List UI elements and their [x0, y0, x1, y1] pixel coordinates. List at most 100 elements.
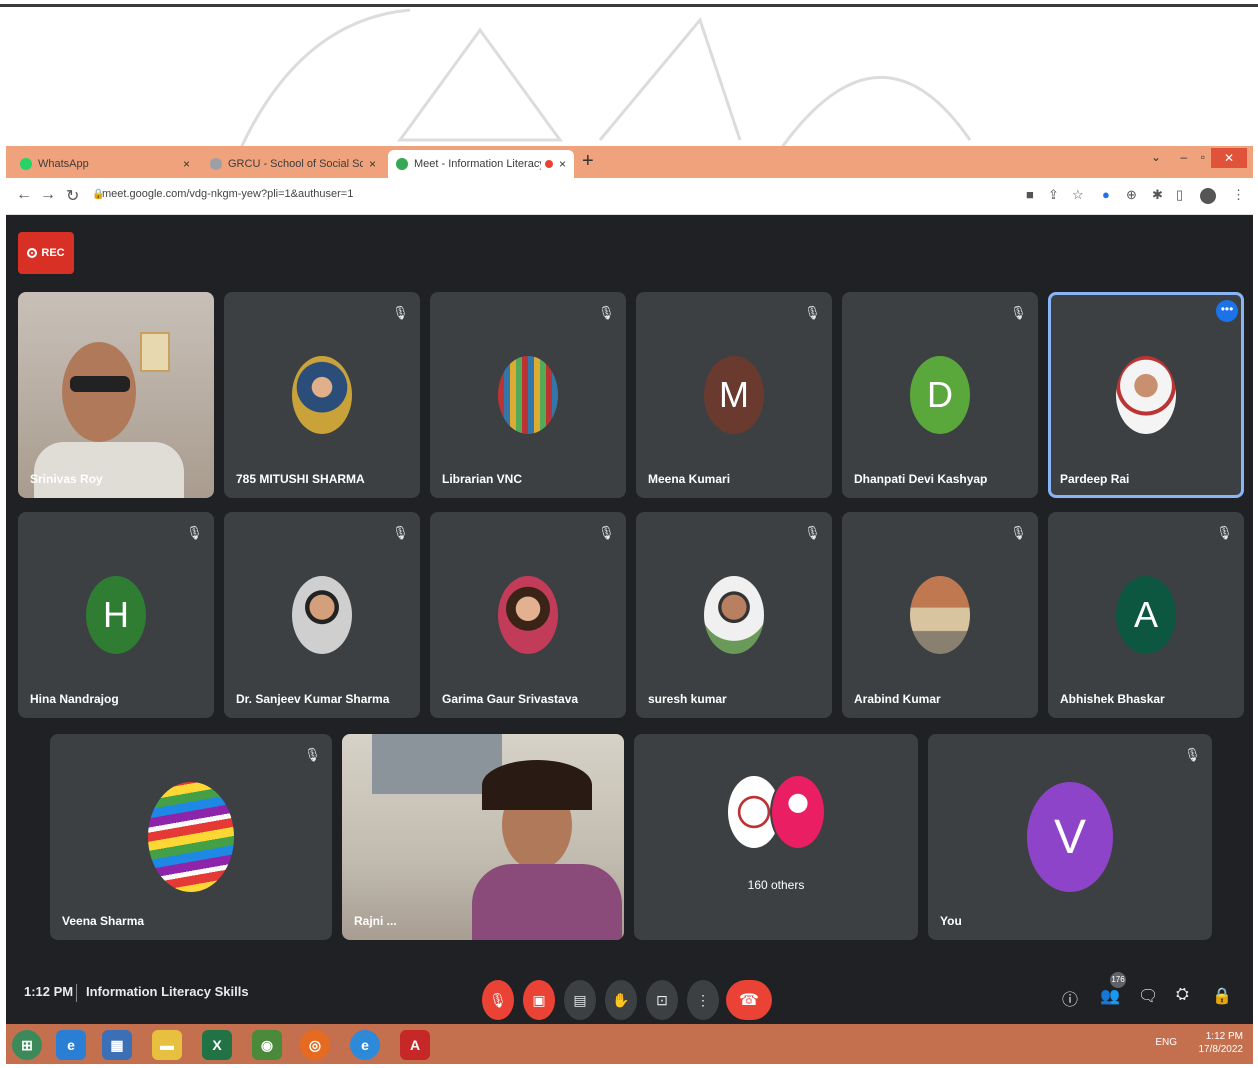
mic-off-icon: 🎙 — [392, 525, 409, 540]
edge-icon[interactable]: e — [350, 1030, 380, 1060]
folder-icon[interactable]: ▬ — [152, 1030, 182, 1060]
participant-tile[interactable]: 🎙 Librarian VNC — [430, 292, 626, 498]
more-options-button[interactable]: ••• — [1216, 300, 1238, 322]
captions-button[interactable]: ▤ — [564, 980, 596, 1020]
participant-name: Veena Sharma — [62, 914, 145, 928]
self-tile[interactable]: 🎙 V You — [928, 734, 1212, 940]
mic-off-icon: 🎙 — [1216, 525, 1233, 540]
participant-tile[interactable]: Srinivas Roy — [18, 292, 214, 498]
mic-toggle-button[interactable]: 🎙 — [482, 980, 514, 1020]
tab-whatsapp[interactable]: WhatsApp × — [12, 150, 198, 178]
tray-date: 17/8/2022 — [1198, 1044, 1244, 1055]
participant-tile[interactable]: Rajni ... — [342, 734, 624, 940]
meeting-time: 1:12 PM — [24, 984, 74, 999]
close-tab-icon[interactable]: × — [559, 157, 566, 171]
minimize-button[interactable]: – — [1180, 150, 1187, 164]
participant-avatar: D — [910, 356, 970, 434]
participant-name: Arabind Kumar — [854, 692, 941, 706]
camera-icon[interactable]: ■ — [1026, 187, 1034, 202]
present-screen-button[interactable]: ⊡ — [646, 980, 678, 1020]
chrome-icon[interactable]: ◉ — [252, 1030, 282, 1060]
participant-name: Meena Kumari — [648, 472, 731, 486]
mic-off-icon: 🎙 — [304, 747, 321, 762]
participant-name: Dhanpati Devi Kashyap — [854, 472, 988, 486]
participant-tile[interactable]: 🎙 Arabind Kumar — [842, 512, 1038, 718]
participant-tile[interactable]: 🎙 785 MITUSHI SHARMA — [224, 292, 420, 498]
browser-tab-bar: WhatsApp × GRCU - School of Social Scien… — [6, 146, 1253, 178]
participant-shirt — [34, 442, 184, 498]
participant-name: suresh kumar — [648, 692, 727, 706]
participant-tile[interactable]: 🎙 D Dhanpati Devi Kashyap — [842, 292, 1038, 498]
tab-meet[interactable]: Meet - Information Literacy × — [388, 150, 574, 178]
new-tab-button[interactable]: + — [582, 150, 594, 173]
host-controls-icon[interactable]: 🔒 — [1212, 986, 1232, 1006]
participant-tile[interactable]: 🎙 suresh kumar — [636, 512, 832, 718]
close-tab-icon[interactable]: × — [369, 157, 376, 171]
start-button-icon[interactable]: ⊞ — [12, 1030, 42, 1060]
close-tab-icon[interactable]: × — [183, 157, 190, 171]
meeting-title: Information Literacy Skills — [86, 984, 249, 999]
window-close-button[interactable]: ✕ — [1211, 148, 1247, 168]
participant-avatar: M — [704, 356, 764, 434]
info-icon[interactable]: ⓘ — [1062, 986, 1078, 1010]
end-call-button[interactable]: ☎ — [726, 980, 772, 1020]
participant-tile[interactable]: 🎙 Garima Gaur Srivastava — [430, 512, 626, 718]
mic-off-icon: 🎙 — [392, 305, 409, 320]
participant-tile[interactable]: 🎙 Veena Sharma — [50, 734, 332, 940]
reload-icon[interactable]: ↻ — [66, 186, 79, 206]
chat-icon[interactable]: 🗨 — [1138, 986, 1158, 1006]
share-icon[interactable]: ⇪ — [1048, 187, 1059, 203]
participant-tile-active[interactable]: ••• Pardeep Rai — [1048, 292, 1244, 498]
url-field[interactable]: meet.google.com/vdg-nkgm-yew?pli=1&authu… — [102, 188, 353, 200]
windows-taskbar: ⊞ e ▦ ▬ X ◉ ◎ e A ENG 1:12 PM 17/8/2022 — [6, 1024, 1253, 1064]
back-icon[interactable]: ← — [16, 186, 32, 204]
participant-name: Abhishek Bhaskar — [1060, 692, 1165, 706]
maximize-button[interactable]: ▫ — [1201, 150, 1205, 164]
participant-tile[interactable]: 🎙 M Meena Kumari — [636, 292, 832, 498]
pdf-reader-icon[interactable]: A — [400, 1030, 430, 1060]
explorer-icon[interactable]: ▦ — [102, 1030, 132, 1060]
forward-icon[interactable]: → — [40, 186, 56, 204]
tray-time: 1:12 PM — [1205, 1031, 1243, 1042]
firefox-icon[interactable]: ◎ — [300, 1030, 330, 1060]
sidepanel-icon[interactable]: ▯ — [1176, 187, 1183, 203]
people-icon[interactable]: 👥 — [1100, 986, 1120, 1006]
participant-name: Librarian VNC — [442, 472, 523, 486]
extension-location-icon[interactable]: ● — [1102, 187, 1110, 202]
others-avatar-person-icon — [770, 774, 826, 850]
tab-label: GRCU - School of Social Scien — [228, 158, 363, 170]
participant-tile[interactable]: 🎙 A Abhishek Bhaskar — [1048, 512, 1244, 718]
profile-avatar[interactable] — [1200, 188, 1216, 204]
raise-hand-button[interactable]: ✋ — [605, 980, 637, 1020]
extension-icon[interactable]: ⊕ — [1126, 187, 1137, 203]
participant-hair — [482, 760, 592, 810]
address-bar: ← → ↻ 🔒 meet.google.com/vdg-nkgm-yew?pli… — [6, 178, 1253, 215]
bookmark-star-icon[interactable]: ☆ — [1072, 187, 1084, 203]
participant-tile[interactable]: 🎙 H Hina Nandrajog — [18, 512, 214, 718]
others-tile[interactable]: 160 others — [634, 734, 918, 940]
participant-tile[interactable]: 🎙 Dr. Sanjeev Kumar Sharma — [224, 512, 420, 718]
ie-icon[interactable]: e — [56, 1030, 86, 1060]
recording-dot-icon — [544, 160, 553, 168]
participant-video — [62, 342, 136, 442]
others-avatars — [726, 774, 826, 850]
recording-badge: REC — [18, 232, 74, 274]
tab-search-icon[interactable]: ⌄ — [1151, 150, 1161, 164]
mic-off-icon: 🎙 — [804, 305, 821, 320]
activities-icon[interactable]: ⛭ — [1176, 986, 1189, 1004]
mic-off-icon: 🎙 — [598, 525, 615, 540]
tab-school[interactable]: GRCU - School of Social Scien × — [202, 150, 384, 178]
participant-avatar: H — [86, 576, 146, 654]
meet-icon — [396, 158, 408, 170]
participant-name: Garima Gaur Srivastava — [442, 692, 579, 706]
participant-name: Rajni ... — [354, 914, 397, 928]
menu-kebab-icon[interactable]: ⋮ — [1232, 187, 1245, 203]
excel-icon[interactable]: X — [202, 1030, 232, 1060]
whatsapp-icon — [20, 158, 32, 170]
mic-off-icon: 🎙 — [598, 305, 615, 320]
puzzle-icon[interactable]: ✱ — [1152, 187, 1163, 203]
background-watermark — [180, 0, 1040, 150]
camera-toggle-button[interactable]: ▣ — [523, 980, 555, 1020]
more-options-button[interactable]: ⋮ — [687, 980, 719, 1020]
mic-off-icon: 🎙 — [1010, 305, 1027, 320]
